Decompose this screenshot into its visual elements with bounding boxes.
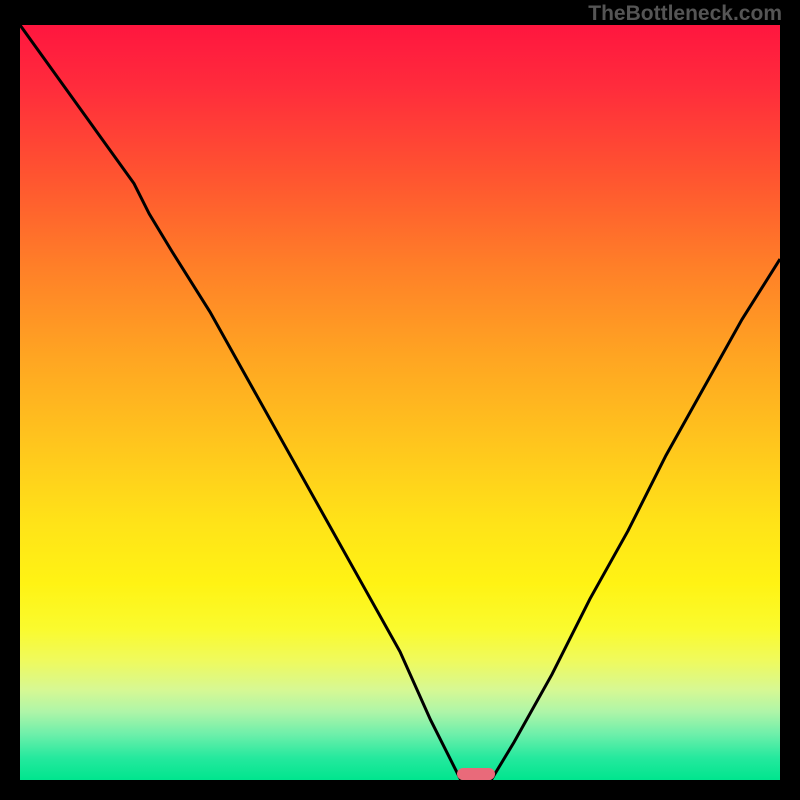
curve-svg xyxy=(20,25,780,780)
chart-container: TheBottleneck.com xyxy=(0,0,800,800)
right-curve xyxy=(491,259,780,780)
optimal-marker xyxy=(457,768,495,780)
attribution-label: TheBottleneck.com xyxy=(588,2,782,26)
left-curve xyxy=(20,25,461,780)
plot-area xyxy=(20,25,780,780)
